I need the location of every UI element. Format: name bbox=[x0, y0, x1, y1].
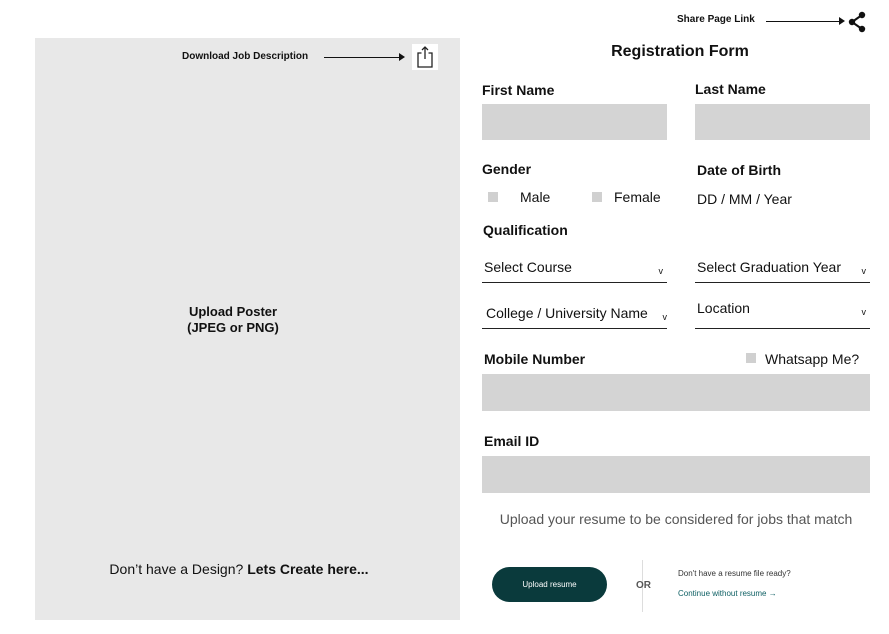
resume-prompt: Upload your resume to be considered for … bbox=[499, 511, 853, 527]
share-page-link-label[interactable]: Share Page Link bbox=[677, 14, 755, 25]
no-resume-text: Don't have a resume file ready? bbox=[678, 569, 791, 578]
create-design-link[interactable]: Lets Create here... bbox=[247, 561, 368, 577]
course-select[interactable]: Select Course v bbox=[482, 259, 667, 283]
email-input[interactable] bbox=[482, 456, 870, 493]
first-name-label: First Name bbox=[482, 82, 555, 98]
download-arrow-line bbox=[324, 57, 400, 58]
college-select[interactable]: College / University Name v bbox=[482, 305, 667, 329]
dob-input[interactable]: DD / MM / Year bbox=[697, 191, 792, 207]
mobile-number-input[interactable] bbox=[482, 374, 870, 411]
share-arrow-head bbox=[839, 17, 845, 25]
chevron-down-icon: v bbox=[662, 312, 668, 322]
gender-male-label: Male bbox=[520, 189, 551, 205]
location-select-value: Location bbox=[697, 300, 750, 316]
download-job-description-button[interactable] bbox=[412, 44, 438, 70]
download-job-description-label[interactable]: Download Job Description bbox=[182, 51, 308, 62]
upload-poster-format: (JPEG or PNG) bbox=[187, 320, 279, 335]
download-arrow-head bbox=[399, 53, 405, 61]
design-prefix: Don’t have a Design? bbox=[109, 561, 244, 577]
last-name-label: Last Name bbox=[695, 81, 766, 97]
chevron-down-icon: v bbox=[658, 266, 664, 276]
location-select[interactable]: Location v bbox=[695, 300, 870, 329]
graduation-year-select-value: Select Graduation Year bbox=[697, 259, 841, 275]
email-label: Email ID bbox=[484, 433, 540, 449]
upload-poster-title: Upload Poster bbox=[188, 304, 278, 319]
whatsapp-label: Whatsapp Me? bbox=[765, 351, 860, 367]
dob-label: Date of Birth bbox=[697, 162, 781, 178]
last-name-input[interactable] bbox=[695, 104, 870, 140]
graduation-year-select[interactable]: Select Graduation Year v bbox=[695, 259, 870, 283]
form-title: Registration Form bbox=[611, 43, 749, 60]
continue-without-resume-link[interactable]: Continue without resume → bbox=[678, 589, 777, 598]
chevron-down-icon: v bbox=[861, 266, 867, 276]
or-text: OR bbox=[636, 580, 651, 591]
upload-resume-button[interactable]: Upload resume bbox=[492, 567, 607, 602]
gender-female-checkbox[interactable] bbox=[592, 192, 602, 202]
qualification-label: Qualification bbox=[483, 222, 568, 238]
mobile-number-label: Mobile Number bbox=[484, 351, 586, 367]
upload-poster-text: Upload Poster (JPEG or PNG) bbox=[150, 304, 316, 336]
chevron-down-icon: v bbox=[861, 307, 867, 317]
whatsapp-checkbox[interactable] bbox=[746, 353, 756, 363]
share-arrow-line bbox=[766, 21, 840, 22]
share-icon[interactable] bbox=[847, 11, 867, 33]
course-select-value: Select Course bbox=[484, 259, 572, 275]
create-design-line: Don’t have a Design? Lets Create here... bbox=[35, 561, 443, 577]
upload-share-icon bbox=[417, 46, 433, 68]
gender-label: Gender bbox=[482, 161, 532, 177]
gender-female-label: Female bbox=[614, 189, 661, 205]
college-select-value: College / University Name bbox=[486, 305, 648, 321]
first-name-input[interactable] bbox=[482, 104, 667, 140]
gender-male-checkbox[interactable] bbox=[488, 192, 498, 202]
